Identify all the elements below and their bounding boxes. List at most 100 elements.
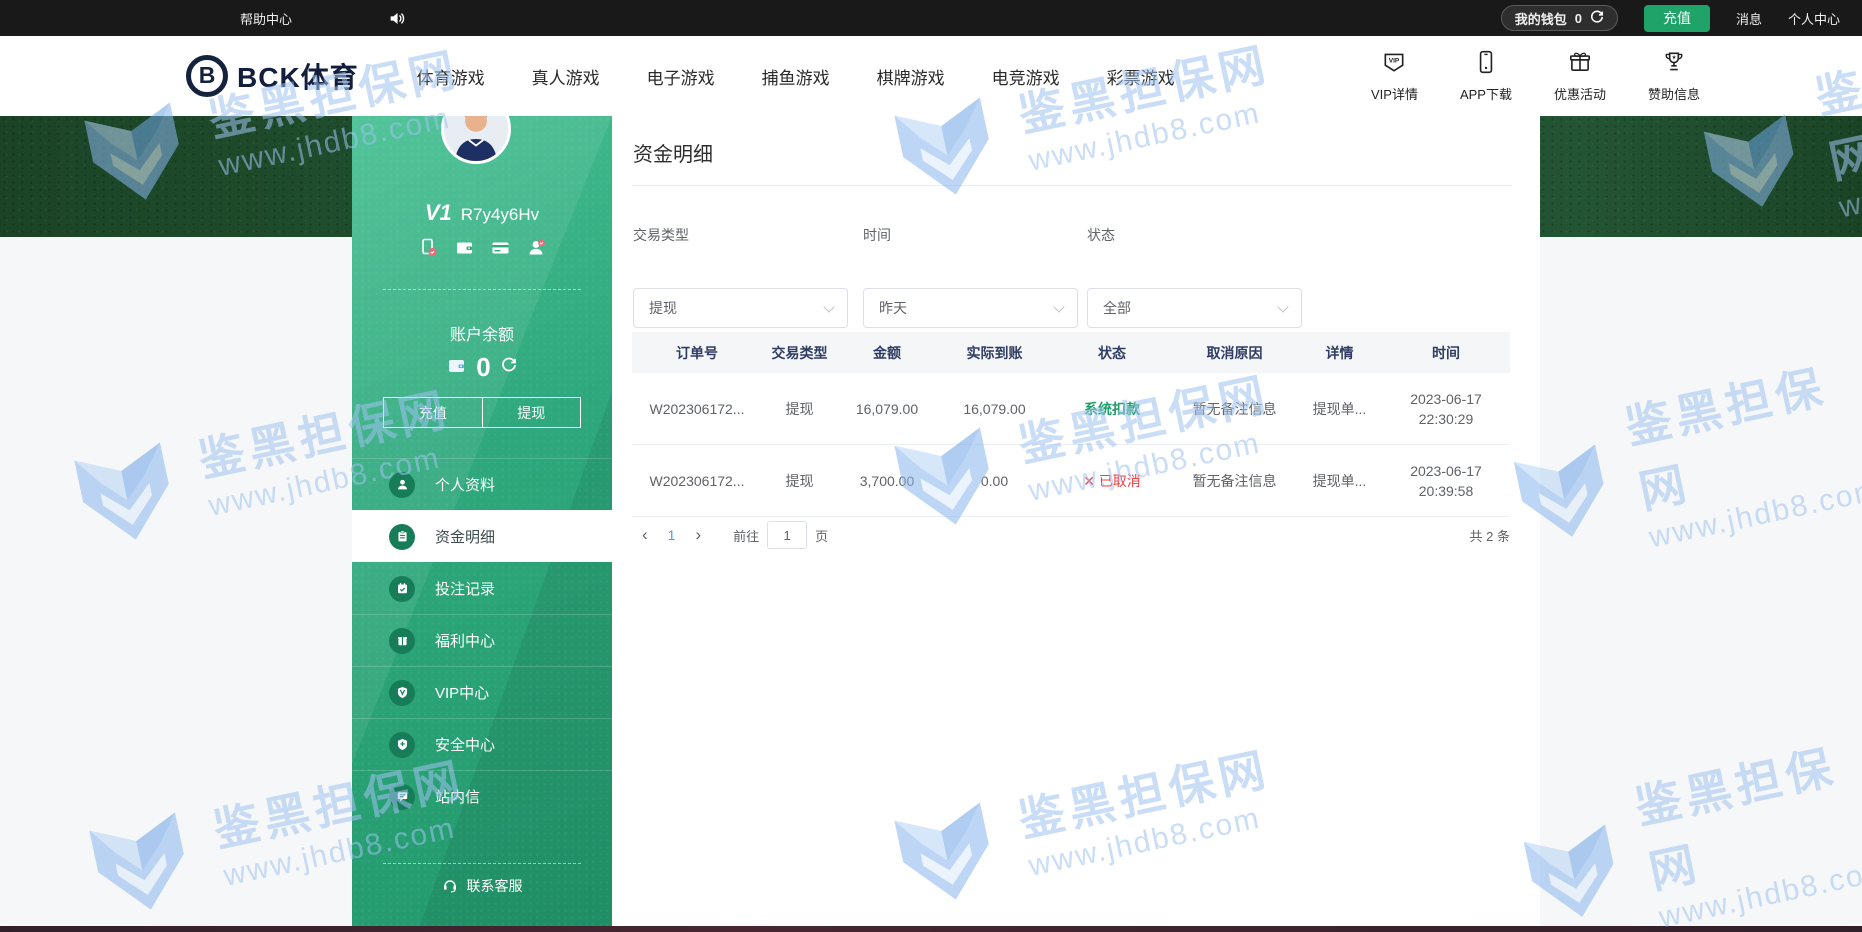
col-cancel-reason: 取消原因: [1172, 343, 1297, 363]
sidebar-item-bet-records[interactable]: 投注记录: [352, 562, 612, 614]
nav-item-lottery[interactable]: 彩票游戏: [1107, 64, 1175, 89]
quick-label: APP下载: [1460, 84, 1512, 103]
promotions-link[interactable]: 优惠活动: [1554, 49, 1606, 103]
col-type: 交易类型: [762, 343, 837, 363]
cell-order-no: W202306172...: [632, 401, 762, 417]
sidebar-item-vip-center[interactable]: VIP中心: [352, 666, 612, 718]
next-page-button[interactable]: ›: [685, 525, 711, 545]
nav-item-sports[interactable]: 体育游戏: [417, 64, 485, 89]
nav-item-fishing[interactable]: 捕鱼游戏: [762, 64, 830, 89]
cell-detail-link[interactable]: 提现单...: [1297, 471, 1382, 491]
message-icon: [389, 784, 415, 810]
table-header: 订单号 交易类型 金额 实际到账 状态 取消原因 详情 时间: [632, 332, 1510, 373]
transaction-type-select[interactable]: 提现: [633, 288, 848, 328]
footer-strip: [0, 926, 1862, 932]
col-amount: 金额: [837, 343, 937, 363]
sidebar-item-welfare[interactable]: 福利中心: [352, 614, 612, 666]
filter-transaction-type: 交易类型 提现: [633, 225, 848, 245]
security-shield-icon: [389, 732, 415, 758]
sidebar-item-security[interactable]: 安全中心: [352, 718, 612, 770]
col-detail: 详情: [1297, 343, 1382, 363]
menu-label: 个人资料: [435, 474, 495, 495]
table-row: W202306172... 提现 3,700.00 0.00 ✕ 已取消 暂无备…: [632, 445, 1510, 517]
sidebar-menu: 个人资料 资金明细 投注记录 福利中心: [352, 458, 612, 822]
speaker-icon[interactable]: [388, 10, 405, 27]
nav-item-slots[interactable]: 电子游戏: [647, 64, 715, 89]
contact-support-link[interactable]: 联系客服: [352, 876, 612, 896]
cell-order-no: W202306172...: [632, 473, 762, 489]
prev-page-button[interactable]: ‹: [632, 525, 658, 545]
status-badge: 系统扣款: [1052, 399, 1172, 419]
messages-link[interactable]: 消息: [1736, 9, 1762, 28]
page-number-1[interactable]: 1: [658, 527, 686, 543]
filter-label: 时间: [863, 225, 1078, 245]
app-download-link[interactable]: APP下载: [1460, 49, 1512, 103]
bank-card-icon[interactable]: [491, 238, 510, 257]
bet-record-icon: [389, 576, 415, 602]
divider: [383, 289, 581, 290]
nav-menu: 体育游戏 真人游戏 电子游戏 捕鱼游戏 棋牌游戏 电竞游戏 彩票游戏: [417, 64, 1175, 89]
vip-details-link[interactable]: VIP VIP详情: [1371, 49, 1418, 103]
filter-time: 时间 昨天: [863, 225, 1078, 245]
contact-label: 联系客服: [467, 876, 523, 896]
divider: [632, 185, 1512, 186]
account-shortcut-icons: [352, 238, 612, 257]
vip-badge-icon: VIP: [1381, 49, 1407, 78]
topbar-recharge-button[interactable]: 充值: [1644, 5, 1710, 32]
goto-label: 前往: [733, 526, 759, 545]
filter-label: 状态: [1087, 225, 1302, 245]
funds-table: 订单号 交易类型 金额 实际到账 状态 取消原因 详情 时间 W20230617…: [632, 332, 1510, 517]
col-order-no: 订单号: [632, 343, 762, 363]
balance-wallet-icon: [447, 356, 466, 380]
phone-icon: [1473, 49, 1499, 78]
table-row: W202306172... 提现 16,079.00 16,079.00 系统扣…: [632, 373, 1510, 445]
sidebar-withdraw-button[interactable]: 提现: [482, 398, 581, 427]
cell-cancel-reason: 暂无备注信息: [1172, 471, 1297, 491]
page-title: 资金明细: [633, 138, 713, 167]
sidebar-item-profile[interactable]: 个人资料: [352, 458, 612, 510]
menu-label: 资金明细: [435, 526, 495, 547]
cell-detail-link[interactable]: 提现单...: [1297, 399, 1382, 419]
phone-verify-icon[interactable]: [419, 238, 438, 257]
topbar: 帮助中心 我的钱包 0 充值 消息 个人中心: [0, 0, 1862, 36]
sponsor-info-link[interactable]: ★ 赞助信息: [1648, 49, 1700, 103]
refresh-icon[interactable]: [1590, 10, 1604, 27]
status-select[interactable]: 全部: [1087, 288, 1302, 328]
balance-label: 账户余额: [352, 321, 612, 345]
cell-time: 2023-06-17 22:30:29: [1382, 389, 1510, 429]
sidebar-item-funds[interactable]: 资金明细: [352, 510, 612, 562]
account-sidebar: V1 R7y4y6Hv 账户余额 0: [352, 116, 612, 926]
my-wallet-pill[interactable]: 我的钱包 0: [1501, 5, 1618, 31]
chevron-down-icon: [823, 301, 834, 312]
nav-item-esports[interactable]: 电竞游戏: [992, 64, 1060, 89]
sidebar-item-messages[interactable]: 站内信: [352, 770, 612, 822]
member-verify-icon[interactable]: [527, 238, 546, 257]
wallet-amount: 0: [1575, 11, 1582, 26]
cell-actual: 0.00: [937, 473, 1052, 489]
menu-label: VIP中心: [435, 682, 489, 703]
vip-center-icon: [389, 680, 415, 706]
brand-logo[interactable]: B BCK体育: [186, 55, 359, 97]
select-value: 提现: [649, 298, 677, 318]
user-icon: [389, 472, 415, 498]
balance-refresh-icon[interactable]: [501, 357, 517, 378]
username: R7y4y6Hv: [461, 205, 539, 225]
wallet-label: 我的钱包: [1515, 9, 1567, 28]
brand-name: BCK体育: [237, 56, 359, 96]
profile-link[interactable]: 个人中心: [1788, 9, 1840, 28]
menu-label: 福利中心: [435, 630, 495, 651]
goto-page-input[interactable]: [767, 521, 807, 549]
nav-item-live[interactable]: 真人游戏: [532, 64, 600, 89]
pagination: ‹ 1 › 前往 页: [632, 521, 828, 549]
cell-actual: 16,079.00: [937, 401, 1052, 417]
menu-label: 安全中心: [435, 734, 495, 755]
help-center-link[interactable]: 帮助中心: [240, 9, 292, 28]
quick-label: VIP详情: [1371, 84, 1418, 103]
nav-item-cards[interactable]: 棋牌游戏: [877, 64, 945, 89]
topbar-right: 我的钱包 0 充值 消息 个人中心: [1501, 5, 1840, 32]
time-select[interactable]: 昨天: [863, 288, 1078, 328]
sidebar-recharge-button[interactable]: 充值: [384, 398, 482, 427]
watermark: 鉴黑担保网www.jhdb8.com: [1497, 723, 1862, 932]
wallet-icon[interactable]: [455, 238, 474, 257]
filter-status: 状态 全部: [1087, 225, 1302, 245]
